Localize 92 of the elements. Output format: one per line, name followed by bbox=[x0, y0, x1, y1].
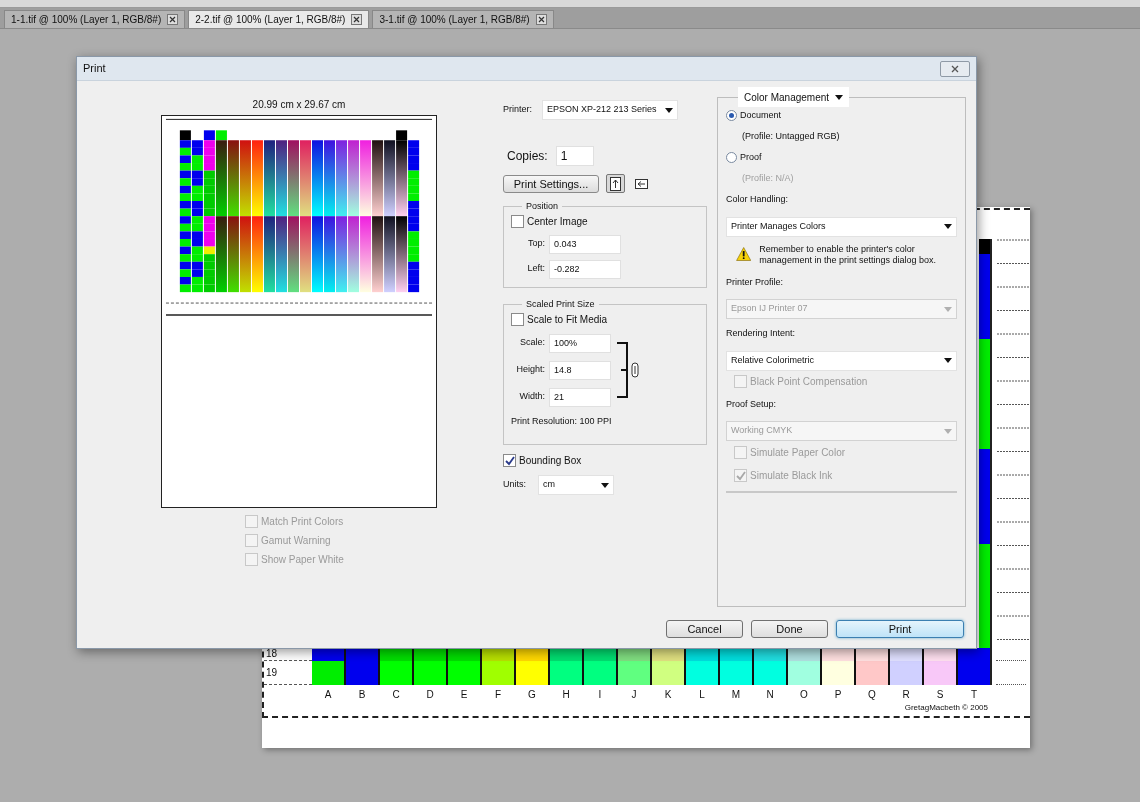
section-label: Color Handling: bbox=[726, 193, 790, 206]
column-label: S bbox=[935, 688, 945, 702]
caret-icon bbox=[835, 94, 844, 100]
field-label: Width: bbox=[518, 390, 545, 404]
print-settings-button[interactable]: Print Settings... bbox=[503, 174, 599, 193]
column-label: H bbox=[561, 688, 571, 702]
number-field[interactable]: 0.043 bbox=[549, 234, 621, 254]
checkbox-label: Scale to Fit Media bbox=[527, 312, 608, 327]
column-label: C bbox=[391, 688, 401, 702]
field-label: Top: bbox=[527, 237, 545, 251]
checkbox-label: Black Point Compensation bbox=[750, 374, 868, 389]
field-label: Left: bbox=[526, 262, 545, 276]
paper-size-text: 20.99 cm x 29.67 cm bbox=[252, 98, 346, 112]
field-label: Height: bbox=[515, 363, 545, 377]
close-icon bbox=[951, 64, 959, 73]
column-label: D bbox=[425, 688, 435, 702]
field-label: Units: bbox=[503, 478, 526, 492]
group-title: Position bbox=[525, 200, 560, 213]
dropdown[interactable]: cm bbox=[538, 475, 614, 495]
column-label: R bbox=[901, 688, 911, 702]
column-label: B bbox=[357, 688, 367, 702]
warning-text: Remember to enable the printer's color management in the print settings dialog box. bbox=[759, 243, 937, 266]
radio-label: Proof bbox=[740, 151, 762, 164]
number-field[interactable]: 14.8 bbox=[549, 360, 611, 380]
caret-icon bbox=[944, 428, 952, 434]
profile-text: (Profile: N/A) bbox=[742, 171, 795, 185]
checkbox[interactable] bbox=[511, 312, 524, 326]
checkbox-label: Center Image bbox=[527, 214, 588, 229]
field-label: Copies: bbox=[507, 148, 548, 165]
document-tab[interactable]: 1-1.tif @ 100% (Layer 1, RGB/8#) bbox=[4, 10, 186, 28]
field-label: Scale: bbox=[519, 336, 545, 350]
checkbox-label: Simulate Paper Color bbox=[750, 446, 846, 460]
column-label: J bbox=[630, 688, 638, 702]
number-field[interactable]: 100% bbox=[549, 333, 611, 353]
column-label: K bbox=[663, 688, 673, 702]
window-title: Print bbox=[83, 61, 106, 77]
column-label: T bbox=[969, 688, 979, 702]
dialog-button[interactable]: Cancel bbox=[666, 620, 743, 638]
print-resolution-text: Print Resolution: 100 PPI bbox=[511, 414, 613, 428]
section-label: Rendering Intent: bbox=[726, 327, 797, 340]
dropdown[interactable]: Relative Colorimetric bbox=[726, 350, 957, 371]
caret-icon bbox=[665, 107, 673, 113]
caret-icon bbox=[944, 358, 952, 363]
caret-icon bbox=[944, 306, 952, 312]
document-tab[interactable]: 3-1.tif @ 100% (Layer 1, RGB/8#) bbox=[372, 10, 554, 28]
portrait-button[interactable] bbox=[606, 174, 625, 193]
profile-text: (Profile: Untagged RGB) bbox=[742, 129, 841, 143]
radio-label: Document bbox=[740, 109, 782, 122]
number-field[interactable]: -0.282 bbox=[549, 259, 621, 279]
column-label: O bbox=[799, 688, 809, 702]
radio-button[interactable] bbox=[726, 152, 737, 164]
section-label: Proof Setup: bbox=[726, 397, 778, 411]
column-label: I bbox=[597, 688, 603, 702]
link-bracket-drawing bbox=[617, 341, 641, 399]
checkbox[interactable] bbox=[503, 454, 516, 467]
close-icon[interactable] bbox=[351, 14, 363, 25]
panel-mode-dropdown[interactable]: Color Management bbox=[738, 87, 850, 107]
section-label: Printer Profile: bbox=[726, 275, 785, 289]
checkbox-label: Match Print Colors bbox=[261, 515, 344, 529]
caret-icon bbox=[944, 224, 952, 229]
document-tab[interactable]: 2-2.tif @ 100% (Layer 1, RGB/8#) bbox=[188, 10, 370, 28]
caret-icon bbox=[601, 482, 609, 488]
checkbox[interactable] bbox=[511, 214, 524, 228]
column-label: M bbox=[730, 688, 742, 702]
dialog-button[interactable]: Done bbox=[751, 620, 828, 638]
dropdown[interactable]: Printer Manages Colors bbox=[726, 216, 957, 237]
dialog-button[interactable]: Print bbox=[836, 620, 964, 638]
portrait-page-icon bbox=[609, 176, 622, 191]
column-label: L bbox=[698, 688, 706, 702]
column-label: F bbox=[493, 688, 503, 702]
radio-button[interactable] bbox=[726, 110, 737, 122]
column-label: E bbox=[459, 688, 469, 702]
checkbox-label: Bounding Box bbox=[519, 454, 582, 468]
field-label: Printer: bbox=[503, 103, 532, 117]
close-icon[interactable] bbox=[167, 14, 179, 25]
dropdown[interactable]: EPSON XP-212 213 Series bbox=[542, 100, 678, 120]
checkbox-label: Simulate Black Ink bbox=[750, 469, 833, 483]
column-label: P bbox=[833, 688, 843, 702]
landscape-page-icon bbox=[635, 176, 648, 191]
column-label: A bbox=[323, 688, 333, 702]
number-field[interactable]: 21 bbox=[549, 387, 611, 407]
close-icon[interactable] bbox=[535, 14, 547, 25]
checkbox-label: Show Paper White bbox=[261, 553, 344, 567]
color-patch bbox=[958, 648, 992, 685]
checkbox-label: Gamut Warning bbox=[261, 534, 331, 548]
column-label: G bbox=[527, 688, 537, 702]
credit-text: GretagMacbeth © 2005 bbox=[904, 702, 988, 714]
column-label: N bbox=[765, 688, 775, 702]
column-label: Q bbox=[867, 688, 877, 702]
copies-field[interactable]: 1 bbox=[555, 146, 594, 166]
close-button[interactable] bbox=[940, 60, 970, 77]
group-title: Scaled Print Size bbox=[525, 298, 596, 311]
